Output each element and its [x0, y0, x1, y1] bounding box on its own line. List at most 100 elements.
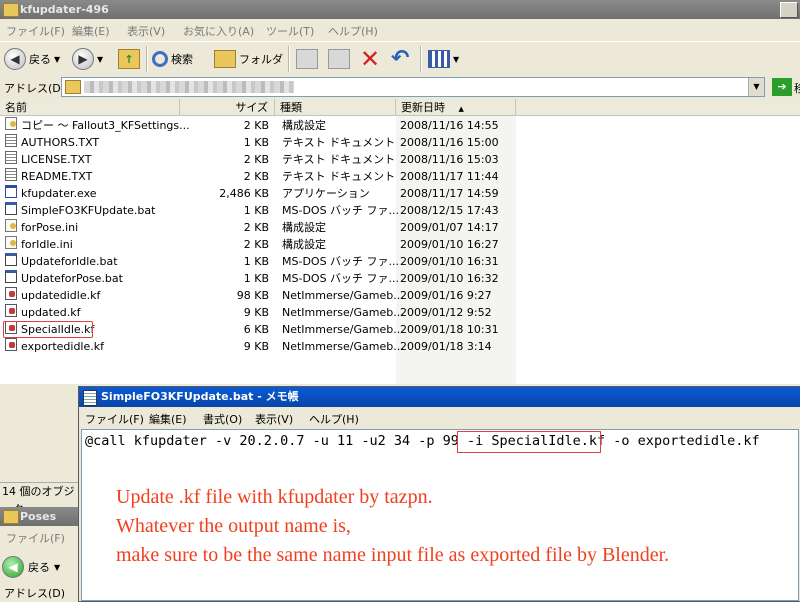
up-folder-button[interactable]: ↑ — [118, 48, 140, 70]
file-row[interactable]: updatedidle.kf 98 KB NetImmerse/Gameb... 20… — [0, 287, 520, 304]
notepad-menu-file[interactable]: ファイル(F) — [85, 411, 144, 427]
forward-button[interactable]: ▶ ▼ — [72, 48, 103, 70]
file-type: テキスト ドキュメント — [282, 153, 396, 166]
file-type: テキスト ドキュメント — [282, 136, 396, 149]
column-header-size[interactable]: サイズ — [180, 99, 275, 116]
file-modified: 2009/01/07 14:17 — [400, 221, 499, 234]
file-row[interactable]: README.TXT 2 KB テキスト ドキュメント 2008/11/17 11:4… — [0, 168, 520, 185]
file-size: 2 KB — [243, 119, 269, 132]
file-modified: 2008/11/17 14:59 — [400, 187, 499, 200]
file-size: 1 KB — [243, 255, 269, 268]
notepad-menu-edit[interactable]: 編集(E) — [149, 411, 187, 427]
menu-help[interactable]: ヘルプ(H) — [328, 23, 378, 39]
copy-to-button[interactable] — [328, 48, 350, 70]
file-row[interactable]: AUTHORS.TXT 1 KB テキスト ドキュメント 2008/11/16 15:… — [0, 134, 520, 151]
file-type: MS-DOS バッチ ファ... — [282, 255, 400, 268]
file-modified: 2009/01/18 3:14 — [400, 340, 492, 353]
file-row[interactable]: SimpleFO3KFUpdate.bat 1 KB MS-DOS バッチ ファ..… — [0, 202, 520, 219]
file-modified: 2009/01/12 9:52 — [400, 306, 492, 319]
file-name: AUTHORS.TXT — [21, 136, 100, 149]
notepad-icon — [83, 390, 97, 406]
file-list: 名前 サイズ 種類 更新日時 ▲ コピー ～ Fallout3_KFSettin… — [0, 99, 800, 384]
status-bar: 14 個のオブジェク — [0, 482, 82, 516]
notepad-menu-format[interactable]: 書式(O) — [203, 411, 242, 427]
file-size: 9 KB — [243, 306, 269, 319]
file-type: NetImmerse/Gameb... — [282, 340, 404, 353]
menu-view[interactable]: 表示(V) — [127, 23, 165, 39]
file-modified: 2008/12/15 17:43 — [400, 204, 499, 217]
text-file-icon — [5, 168, 17, 181]
search-button[interactable]: 検索 — [152, 48, 193, 70]
column-header-filler — [516, 99, 800, 116]
menu-edit[interactable]: 編集(E) — [72, 23, 110, 39]
address-input[interactable]: ▼ — [61, 77, 765, 97]
file-row[interactable]: updated.kf 9 KB NetImmerse/Gameb... 2009/01… — [0, 304, 520, 321]
menu-tools[interactable]: ツール(T) — [266, 23, 314, 39]
delete-button[interactable]: ✕ — [360, 45, 381, 73]
file-name: kfupdater.exe — [21, 187, 97, 200]
address-label: アドレス(D) — [4, 82, 66, 95]
kf-file-icon — [5, 304, 17, 317]
file-size: 1 KB — [243, 204, 269, 217]
file-modified: 2008/11/17 11:44 — [400, 170, 499, 183]
undo-button[interactable]: ↶ — [391, 48, 409, 70]
menu-file[interactable]: ファイル(F) — [6, 23, 65, 39]
annotation-line-2: Whatever the output name is, — [116, 515, 351, 537]
folders-button[interactable]: フォルダ — [214, 48, 283, 70]
back-arrow-icon: ◀ — [2, 556, 24, 578]
file-row[interactable]: UpdateforPose.bat 1 KB MS-DOS バッチ ファ... 200… — [0, 270, 520, 287]
move-to-button[interactable] — [296, 48, 318, 70]
poses-menu-file[interactable]: ファイル(F) — [6, 530, 65, 546]
file-row[interactable]: forIdle.ini 2 KB 構成設定 2009/01/10 16:27 — [0, 236, 520, 253]
menu-favorites[interactable]: お気に入り(A) — [183, 23, 254, 39]
redacted-path — [84, 81, 294, 93]
go-arrow-icon[interactable]: ➔ — [772, 78, 792, 96]
file-row[interactable]: kfupdater.exe 2,486 KB アプリケーション 2008/11/17 … — [0, 185, 520, 202]
notepad-titlebar[interactable]: SimpleFO3KFUpdate.bat - メモ帳 — [79, 387, 800, 407]
back-arrow-icon: ◀ — [4, 48, 26, 70]
file-name: README.TXT — [21, 170, 93, 183]
column-header-type[interactable]: 種類 — [275, 99, 396, 116]
file-row[interactable]: コピー ～ Fallout3_KFSettings... 2 KB 構成設定 2008… — [0, 117, 520, 134]
views-button[interactable]: ▼ — [428, 48, 459, 70]
batch-file-icon — [5, 253, 17, 266]
address-dropdown-button[interactable]: ▼ — [748, 78, 764, 96]
batch-file-icon — [5, 270, 17, 283]
kf-file-icon — [5, 338, 17, 351]
file-row[interactable]: exportedidle.kf 9 KB NetImmerse/Gameb... 20… — [0, 338, 520, 355]
file-row[interactable]: forPose.ini 2 KB 構成設定 2009/01/07 14:17 — [0, 219, 520, 236]
file-row[interactable]: LICENSE.TXT 2 KB テキスト ドキュメント 2008/11/16 15:… — [0, 151, 520, 168]
poses-back-button[interactable]: ◀ 戻る ▼ — [2, 556, 60, 578]
file-name: コピー ～ Fallout3_KFSettings... — [21, 119, 190, 132]
annotation-line-3: make sure to be the same name input file… — [116, 544, 670, 566]
batch-command-line: @call kfupdater -v 20.2.0.7 -u 11 -u2 34… — [85, 433, 760, 449]
poses-window-titlebar[interactable]: Poses — [0, 507, 80, 526]
notepad-text-area[interactable]: @call kfupdater -v 20.2.0.7 -u 11 -u2 34… — [81, 429, 799, 601]
file-name: forIdle.ini — [21, 238, 73, 251]
file-type: NetImmerse/Gameb... — [282, 289, 404, 302]
folder-tree-icon — [214, 50, 236, 68]
delete-x-icon: ✕ — [360, 45, 381, 73]
chevron-down-icon: ▼ — [97, 54, 104, 64]
file-name: UpdateforPose.bat — [21, 272, 123, 285]
notepad-menu-view[interactable]: 表示(V) — [255, 411, 293, 427]
file-size: 2 KB — [243, 221, 269, 234]
file-modified: 2009/01/10 16:31 — [400, 255, 499, 268]
file-type: MS-DOS バッチ ファ... — [282, 204, 400, 217]
file-row[interactable]: SpecialIdle.kf 6 KB NetImmerse/Gameb... 200… — [0, 321, 520, 338]
go-button-label[interactable]: 移 — [794, 80, 800, 96]
column-header-modified[interactable]: 更新日時 ▲ — [396, 99, 516, 116]
text-file-icon — [5, 134, 17, 147]
file-type: 構成設定 — [282, 221, 326, 234]
column-header-name[interactable]: 名前 — [0, 99, 180, 116]
text-file-icon — [5, 151, 17, 164]
file-type: 構成設定 — [282, 119, 326, 132]
back-button[interactable]: ◀ 戻る ▼ — [4, 48, 60, 70]
minimize-button[interactable] — [780, 2, 798, 18]
file-row[interactable]: UpdateforIdle.bat 1 KB MS-DOS バッチ ファ... 200… — [0, 253, 520, 270]
chevron-down-icon: ▼ — [54, 54, 61, 64]
notepad-menu-help[interactable]: ヘルプ(H) — [309, 411, 359, 427]
ini-icon — [5, 117, 17, 130]
explorer-titlebar[interactable]: kfupdater-496 — [0, 0, 800, 19]
menu-bar: ファイル(F) 編集(E) 表示(V) お気に入り(A) ツール(T) ヘルプ(… — [0, 20, 800, 40]
